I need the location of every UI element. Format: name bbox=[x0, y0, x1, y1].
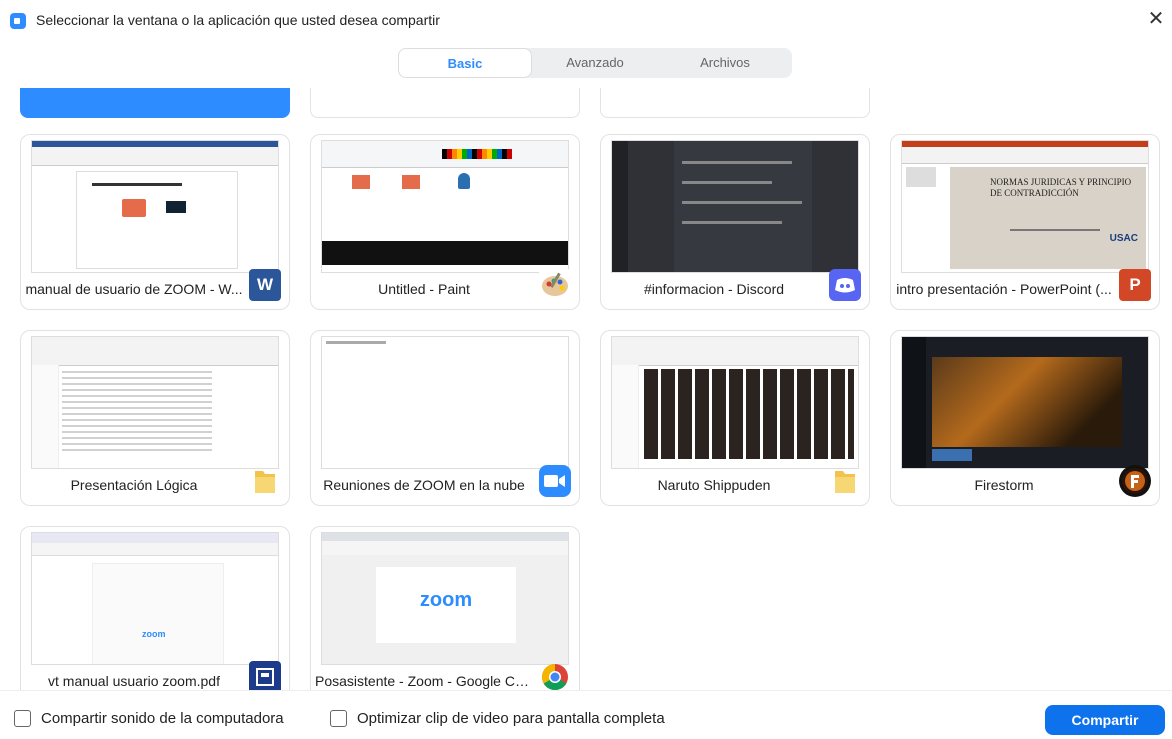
tab-avanzado[interactable]: Avanzado bbox=[532, 48, 658, 78]
firestorm-icon bbox=[1119, 465, 1151, 497]
tile-label: Presentación Lógica bbox=[70, 477, 198, 493]
window-thumbnail: zoom bbox=[321, 532, 569, 665]
tile-label: intro presentación - PowerPoint (... bbox=[896, 281, 1112, 297]
chrome-zoom-logo: zoom bbox=[419, 589, 473, 611]
close-icon[interactable]: ✕ bbox=[1146, 8, 1166, 30]
window-thumbnail: NORMAS JURIDICAS Y PRINCIPIO DE CONTRADI… bbox=[901, 140, 1149, 273]
tile-label: Firestorm bbox=[974, 477, 1034, 493]
window-tile-firestorm[interactable]: Firestorm bbox=[890, 330, 1160, 506]
pdf-zoom-logo: zoom bbox=[142, 629, 166, 639]
word-icon: W bbox=[249, 269, 281, 301]
selected-screen-tile[interactable] bbox=[20, 88, 290, 118]
window-thumbnail bbox=[31, 140, 279, 273]
window-tile-chrome[interactable]: zoom Posasistente - Zoom - Google Ch... bbox=[310, 526, 580, 690]
zoom-app-icon bbox=[10, 13, 26, 29]
chrome-icon bbox=[539, 661, 571, 690]
pdf-viewer-icon bbox=[249, 661, 281, 690]
title-bar: Seleccionar la ventana o la aplicación q… bbox=[0, 0, 1172, 42]
powerpoint-icon: P bbox=[1119, 269, 1151, 301]
screen-tile[interactable] bbox=[600, 88, 870, 118]
tile-label: Posasistente - Zoom - Google Ch... bbox=[315, 673, 533, 689]
tile-label: Untitled - Paint bbox=[378, 281, 470, 297]
footer: Compartir sonido de la computadora Optim… bbox=[0, 690, 1172, 739]
window-thumbnail bbox=[321, 336, 569, 469]
optimize-video-label[interactable]: Optimizar clip de video para pantalla co… bbox=[357, 710, 665, 727]
share-sound-label[interactable]: Compartir sonido de la computadora bbox=[41, 710, 284, 727]
tile-label: Naruto Shippuden bbox=[657, 477, 771, 493]
slide-title: NORMAS JURIDICAS Y PRINCIPIO DE CONTRADI… bbox=[990, 177, 1132, 198]
optimize-video-checkbox[interactable] bbox=[330, 710, 347, 727]
window-tile-zoom-cloud[interactable]: Reuniones de ZOOM en la nube bbox=[310, 330, 580, 506]
window-tile-paint[interactable]: Untitled - Paint bbox=[310, 134, 580, 310]
usac-logo: USAC bbox=[1109, 233, 1138, 244]
paint-palette-icon bbox=[539, 269, 571, 301]
tile-label: Reuniones de ZOOM en la nube bbox=[323, 477, 525, 493]
tile-label: #informacion - Discord bbox=[643, 281, 785, 297]
window-tile-powerpoint[interactable]: NORMAS JURIDICAS Y PRINCIPIO DE CONTRADI… bbox=[890, 134, 1160, 310]
share-button[interactable]: Compartir bbox=[1045, 705, 1165, 735]
discord-icon bbox=[829, 269, 861, 301]
zoom-icon bbox=[539, 465, 571, 497]
screen-tile[interactable] bbox=[310, 88, 580, 118]
share-sound-checkbox[interactable] bbox=[14, 710, 31, 727]
window-thumbnail bbox=[611, 140, 859, 273]
window-thumbnail bbox=[611, 336, 859, 469]
tab-basic[interactable]: Basic bbox=[398, 48, 532, 78]
tab-archivos[interactable]: Archivos bbox=[658, 48, 792, 78]
window-thumbnail bbox=[31, 336, 279, 469]
window-tile-folder-logica[interactable]: Presentación Lógica bbox=[20, 330, 290, 506]
window-grid: manual de usuario de ZOOM - W... W Untit… bbox=[0, 88, 1172, 690]
folder-icon bbox=[249, 465, 281, 497]
window-tile-discord[interactable]: #informacion - Discord bbox=[600, 134, 870, 310]
tile-label: manual de usuario de ZOOM - W... bbox=[25, 281, 243, 297]
folder-icon bbox=[829, 465, 861, 497]
window-tile-folder-naruto[interactable]: Naruto Shippuden bbox=[600, 330, 870, 506]
window-tile-pdf[interactable]: zoom vt manual usuario zoom.pdf bbox=[20, 526, 290, 690]
window-thumbnail: zoom bbox=[31, 532, 279, 665]
window-thumbnail bbox=[321, 140, 569, 273]
window-tile-word[interactable]: manual de usuario de ZOOM - W... W bbox=[20, 134, 290, 310]
tab-bar: Basic Avanzado Archivos bbox=[398, 48, 792, 78]
window-thumbnail bbox=[901, 336, 1149, 469]
tile-label: vt manual usuario zoom.pdf bbox=[48, 673, 220, 689]
dialog-title: Seleccionar la ventana o la aplicación q… bbox=[36, 12, 440, 28]
